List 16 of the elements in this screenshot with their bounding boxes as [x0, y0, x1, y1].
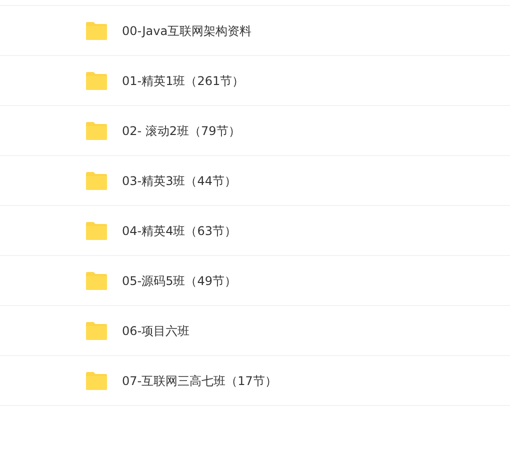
folder-icon — [85, 270, 108, 290]
folder-name[interactable]: 05-源码5班（49节） — [122, 272, 237, 290]
folder-name[interactable]: 00-Java互联网架构资料 — [122, 22, 252, 40]
folder-name[interactable]: 03-精英3班（44节） — [122, 172, 237, 190]
folder-name[interactable]: 04-精英4班（63节） — [122, 222, 237, 240]
folder-icon — [85, 70, 108, 90]
folder-icon — [85, 20, 108, 40]
folder-name[interactable]: 06-项目六班 — [122, 322, 190, 340]
folder-icon — [85, 220, 108, 240]
folder-icon — [85, 370, 108, 390]
folder-name[interactable]: 02- 滚动2班（79节） — [122, 122, 240, 140]
folder-name[interactable]: 07-互联网三高七班（17节） — [122, 372, 277, 390]
folder-icon — [85, 120, 108, 140]
folder-icon — [85, 320, 108, 340]
folder-icon — [85, 170, 108, 190]
folder-name[interactable]: 01-精英1班（261节） — [122, 72, 244, 90]
